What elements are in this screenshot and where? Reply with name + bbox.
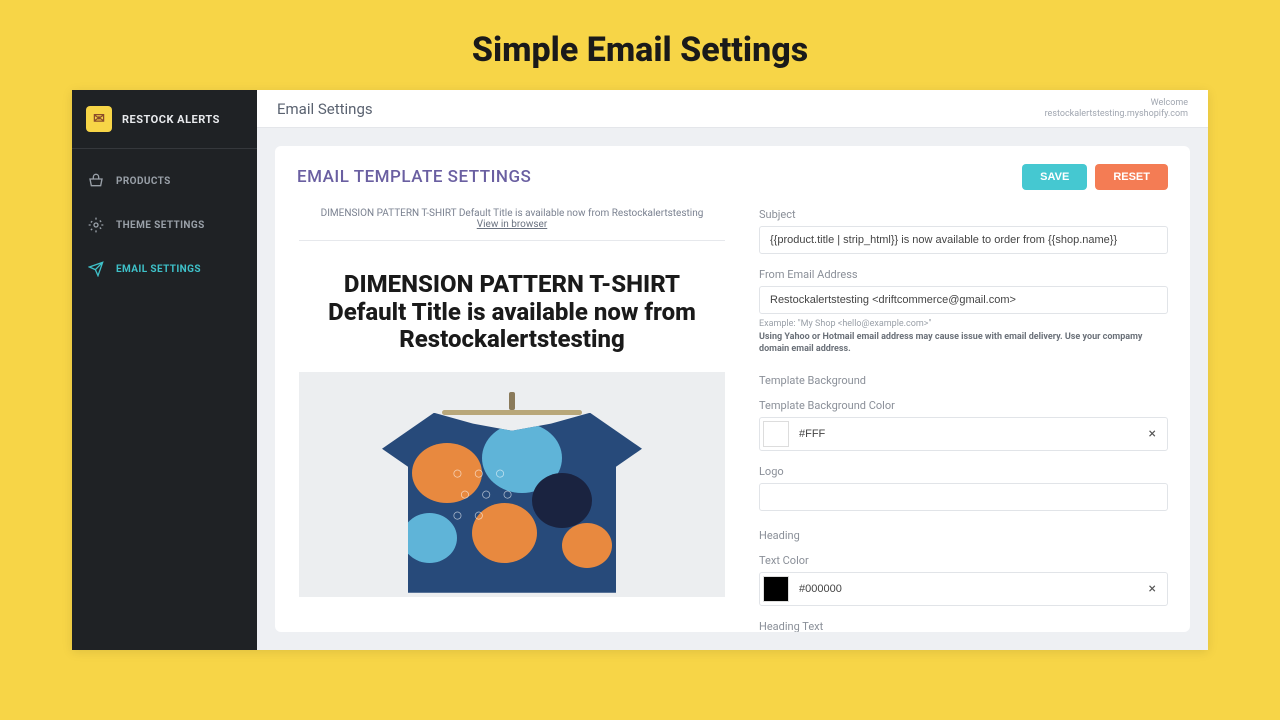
brand-logo-icon: ✉ (86, 106, 112, 132)
content: EMAIL TEMPLATE SETTINGS SAVE RESET DIMEN… (257, 128, 1208, 650)
subject-label: Subject (759, 208, 1168, 221)
logo-label: Logo (759, 465, 1168, 478)
brand-name: RESTOCK ALERTS (122, 113, 220, 126)
columns: DIMENSION PATTERN T-SHIRT Default Title … (297, 208, 1168, 632)
settings-card: EMAIL TEMPLATE SETTINGS SAVE RESET DIMEN… (275, 146, 1190, 632)
from-label: From Email Address (759, 268, 1168, 281)
view-in-browser-link[interactable]: View in browser (477, 219, 548, 230)
from-help: Example: "My Shop <hello@example.com>" U… (759, 318, 1168, 356)
page-title: Email Settings (277, 100, 373, 118)
app-window: ✉ RESTOCK ALERTS PRODUCTS THEME SETTINGS… (72, 90, 1208, 650)
gear-icon (88, 217, 104, 233)
basket-icon (88, 173, 104, 189)
product-image: ○ ○ ○ ○ ○ ○○ ○ (382, 392, 642, 593)
brand: ✉ RESTOCK ALERTS (72, 90, 257, 149)
preview-image: ○ ○ ○ ○ ○ ○○ ○ (299, 372, 725, 597)
bg-color-label: Template Background Color (759, 399, 1168, 412)
logo-input[interactable] (759, 483, 1168, 511)
bg-color-row: × (759, 417, 1168, 451)
subject-field: Subject (759, 208, 1168, 254)
subject-input[interactable] (759, 226, 1168, 254)
reset-button[interactable]: RESET (1095, 164, 1168, 190)
nav-item-email[interactable]: EMAIL SETTINGS (72, 247, 257, 291)
bg-color-field: Template Background Color × (759, 399, 1168, 451)
sidebar: ✉ RESTOCK ALERTS PRODUCTS THEME SETTINGS… (72, 90, 257, 650)
user-info: Welcome restockalertstesting.myshopify.c… (1045, 98, 1188, 120)
preview-header: DIMENSION PATTERN T-SHIRT Default Title … (299, 208, 725, 241)
card-header: EMAIL TEMPLATE SETTINGS SAVE RESET (297, 164, 1168, 190)
bg-swatch[interactable] (763, 421, 789, 447)
template-bg-section: Template Background (759, 374, 1168, 387)
heading-section: Heading (759, 529, 1168, 542)
shop-domain: restockalertstesting.myshopify.com (1045, 109, 1188, 120)
from-field: From Email Address Example: "My Shop <he… (759, 268, 1168, 356)
nav-label: EMAIL SETTINGS (116, 264, 201, 275)
from-example: Example: "My Shop <hello@example.com>" (759, 319, 931, 329)
nav-label: PRODUCTS (116, 176, 171, 187)
logo-field: Logo (759, 465, 1168, 511)
bg-color-input[interactable] (795, 424, 1141, 444)
nav: PRODUCTS THEME SETTINGS EMAIL SETTINGS (72, 149, 257, 291)
settings-form: Subject From Email Address Example: "My … (759, 208, 1168, 632)
text-color-row: × (759, 572, 1168, 606)
text-color-input[interactable] (795, 579, 1141, 599)
text-color-field: Text Color × (759, 554, 1168, 606)
clear-icon[interactable]: × (1141, 426, 1164, 442)
text-color-label: Text Color (759, 554, 1168, 567)
topbar: Email Settings Welcome restockalertstest… (257, 90, 1208, 128)
card-actions: SAVE RESET (1022, 164, 1168, 190)
email-preview: DIMENSION PATTERN T-SHIRT Default Title … (297, 208, 727, 632)
page-outer-title: Simple Email Settings (0, 0, 1280, 90)
heading-text-field: Heading Text (759, 620, 1168, 632)
save-button[interactable]: SAVE (1022, 164, 1087, 190)
card-title: EMAIL TEMPLATE SETTINGS (297, 167, 531, 187)
heading-text-label: Heading Text (759, 620, 1168, 632)
nav-item-products[interactable]: PRODUCTS (72, 159, 257, 203)
nav-label: THEME SETTINGS (116, 220, 205, 231)
welcome-text: Welcome (1045, 98, 1188, 109)
clear-icon[interactable]: × (1141, 581, 1164, 597)
from-warning: Using Yahoo or Hotmail email address may… (759, 332, 1142, 355)
paper-plane-icon (88, 261, 104, 277)
from-input[interactable] (759, 286, 1168, 314)
preview-heading: DIMENSION PATTERN T-SHIRT Default Title … (299, 241, 725, 372)
preview-subject: DIMENSION PATTERN T-SHIRT Default Title … (321, 208, 704, 219)
text-swatch[interactable] (763, 576, 789, 602)
main-area: Email Settings Welcome restockalertstest… (257, 90, 1208, 650)
nav-item-theme[interactable]: THEME SETTINGS (72, 203, 257, 247)
